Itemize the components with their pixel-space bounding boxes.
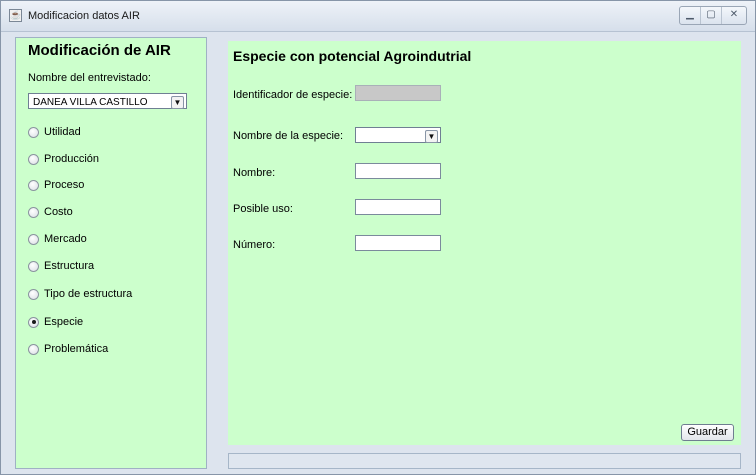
species-name-label: Nombre de la especie: <box>233 130 344 142</box>
form-title: Especie con potencial Agroindutrial <box>233 48 472 64</box>
radio-label: Especie <box>44 316 84 328</box>
radio-icon[interactable] <box>28 288 39 300</box>
interviewee-select-value: DANEA VILLA CASTILLO <box>33 97 148 108</box>
radio-option-utilidad[interactable]: Utilidad <box>28 125 81 139</box>
interviewee-select[interactable]: DANEA VILLA CASTILLO ▼ <box>28 93 187 109</box>
radio-option-problematica[interactable]: Problemática <box>28 342 108 356</box>
radio-icon[interactable] <box>28 343 39 355</box>
radio-option-produccion[interactable]: Producción <box>28 152 99 166</box>
save-button[interactable]: Guardar <box>681 424 734 441</box>
window-title: Modificacion datos AIR <box>28 10 140 22</box>
name-field[interactable] <box>355 163 441 179</box>
radio-option-estructura[interactable]: Estructura <box>28 259 94 273</box>
close-icon[interactable]: ✕ <box>722 7 746 24</box>
radio-label: Proceso <box>44 179 85 191</box>
radio-option-costo[interactable]: Costo <box>28 205 73 219</box>
radio-label: Utilidad <box>44 126 81 138</box>
maximize-icon[interactable]: ▢ <box>701 7 722 24</box>
minimize-icon[interactable]: ▁ <box>680 7 701 24</box>
title-bar[interactable]: ☕ Modificacion datos AIR ▁ ▢ ✕ <box>1 1 755 32</box>
radio-selected-icon[interactable] <box>28 316 39 328</box>
radio-label: Mercado <box>44 233 87 245</box>
radio-label: Tipo de estructura <box>44 288 133 300</box>
status-strip <box>228 453 741 469</box>
java-cup-icon: ☕ <box>9 9 22 22</box>
radio-icon[interactable] <box>28 206 39 218</box>
species-select[interactable]: ▼ <box>355 127 441 143</box>
radio-option-tipo-estructura[interactable]: Tipo de estructura <box>28 287 132 301</box>
species-form-panel: Especie con potencial Agroindutrial Iden… <box>228 41 741 445</box>
interviewee-label: Nombre del entrevistado: <box>28 72 151 84</box>
window-controls: ▁ ▢ ✕ <box>679 6 747 25</box>
possible-use-field[interactable] <box>355 199 441 215</box>
app-window: ☕ Modificacion datos AIR ▁ ▢ ✕ Modificac… <box>0 0 756 475</box>
chevron-down-icon[interactable]: ▼ <box>425 130 438 143</box>
name-label: Nombre: <box>233 167 276 179</box>
radio-option-especie[interactable]: Especie <box>28 315 83 329</box>
radio-icon[interactable] <box>28 126 39 138</box>
chevron-down-icon[interactable]: ▼ <box>171 96 184 109</box>
navigation-panel: Modificación de AIR Nombre del entrevist… <box>15 37 207 469</box>
species-id-label: Identificador de especie: <box>233 89 353 101</box>
radio-label: Problemática <box>44 343 109 355</box>
radio-option-proceso[interactable]: Proceso <box>28 178 84 192</box>
radio-label: Costo <box>44 206 73 218</box>
radio-icon[interactable] <box>28 179 39 191</box>
radio-label: Producción <box>44 153 100 165</box>
radio-icon[interactable] <box>28 260 39 272</box>
species-id-field <box>355 85 441 101</box>
number-label: Número: <box>233 239 276 251</box>
panel-title: Modificación de AIR <box>28 42 171 59</box>
number-field[interactable] <box>355 235 441 251</box>
radio-label: Estructura <box>44 260 95 272</box>
possible-use-label: Posible uso: <box>233 203 293 215</box>
radio-option-mercado[interactable]: Mercado <box>28 232 87 246</box>
radio-icon[interactable] <box>28 153 39 165</box>
radio-icon[interactable] <box>28 233 39 245</box>
